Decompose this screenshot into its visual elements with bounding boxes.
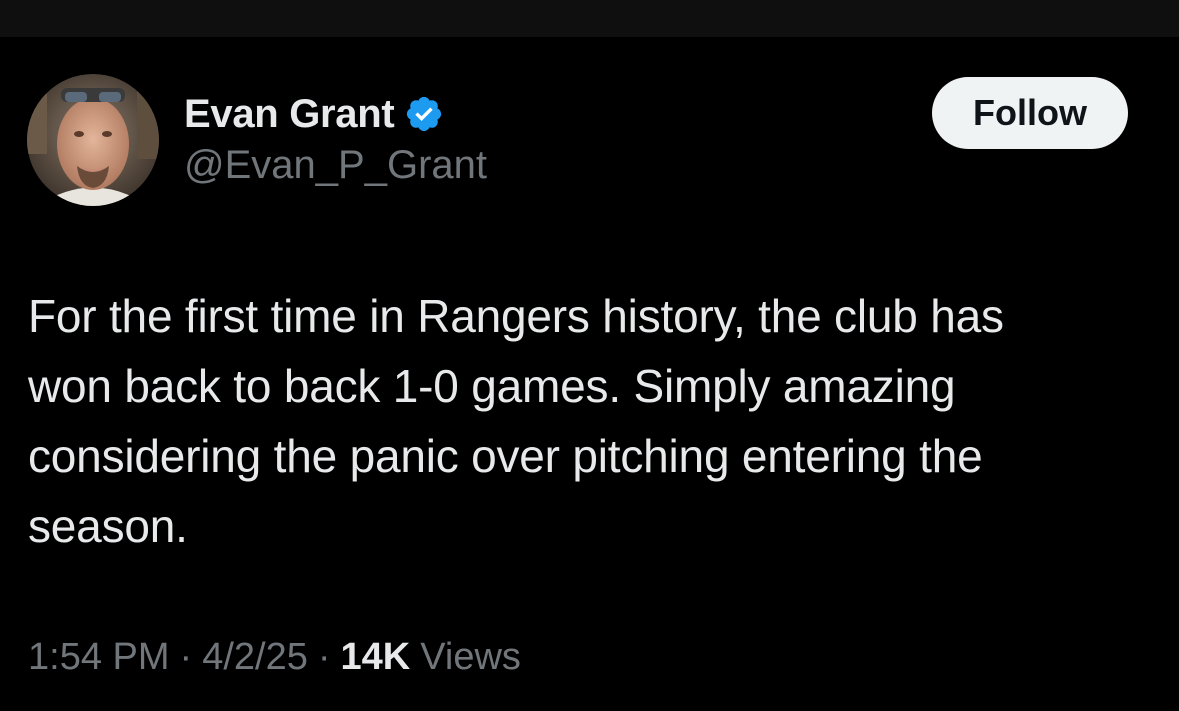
avatar-image <box>27 74 159 206</box>
tweet-meta: 1:54 PM · 4/2/25 · 14K Views <box>28 636 521 679</box>
tweet-text-line: For the first time in Rangers history, t… <box>28 290 1004 342</box>
verified-badge-icon[interactable] <box>404 94 444 134</box>
avatar[interactable] <box>27 74 159 206</box>
tweet-text-line: won back to back 1-0 games. Simply amazi… <box>28 360 956 412</box>
top-bar <box>0 0 1179 37</box>
author-handle[interactable]: @Evan_P_Grant <box>184 143 487 188</box>
meta-separator: · <box>317 636 331 678</box>
meta-separator: · <box>179 636 193 678</box>
author-display-name[interactable]: Evan Grant <box>184 92 395 137</box>
views-label[interactable]: Views <box>420 636 521 679</box>
author-name-row: Evan Grant <box>184 88 444 140</box>
tweet-time[interactable]: 1:54 PM <box>28 636 170 679</box>
tweet-text-line: season. <box>28 500 188 552</box>
views-count[interactable]: 14K <box>341 636 411 679</box>
tweet-text: For the first time in Rangers history, t… <box>28 281 1153 561</box>
tweet-text-line: considering the panic over pitching ente… <box>28 430 983 482</box>
tweet-date[interactable]: 4/2/25 <box>202 636 308 679</box>
follow-button[interactable]: Follow <box>932 77 1128 149</box>
